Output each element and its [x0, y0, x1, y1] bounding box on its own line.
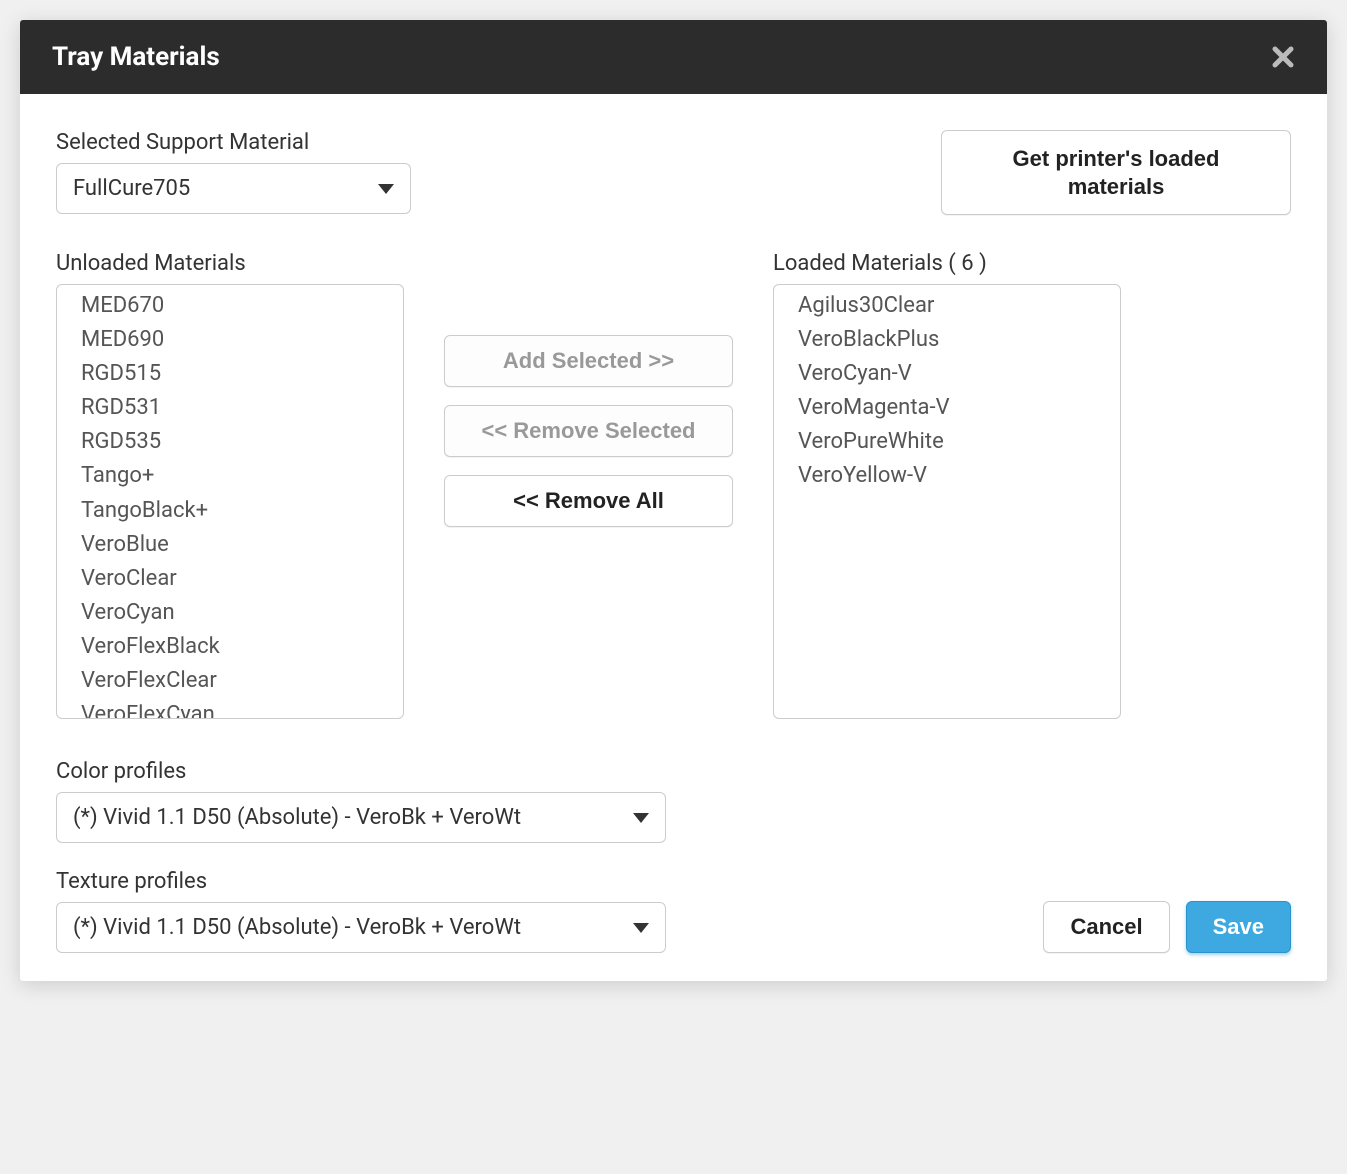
dialog-title: Tray Materials: [52, 42, 220, 72]
list-item[interactable]: VeroBlackPlus: [798, 323, 1120, 357]
list-item[interactable]: VeroMagenta-V: [798, 391, 1120, 425]
texture-profiles-label: Texture profiles: [56, 869, 666, 894]
support-material-label: Selected Support Material: [56, 130, 411, 155]
texture-profiles-value: (*) Vivid 1.1 D50 (Absolute) - VeroBk + …: [73, 915, 521, 940]
list-item[interactable]: VeroFlexClear: [81, 664, 403, 698]
list-item[interactable]: VeroPureWhite: [798, 425, 1120, 459]
add-selected-button[interactable]: Add Selected >>: [444, 335, 733, 387]
unloaded-label: Unloaded Materials: [56, 251, 404, 276]
color-profiles-value: (*) Vivid 1.1 D50 (Absolute) - VeroBk + …: [73, 805, 521, 830]
action-buttons: Cancel Save: [1043, 901, 1291, 953]
list-item[interactable]: Agilus30Clear: [798, 289, 1120, 323]
loaded-column: Loaded Materials ( 6 ) Agilus30ClearVero…: [773, 251, 1121, 719]
list-item[interactable]: VeroFlexCyan: [81, 698, 403, 719]
dialog-header: Tray Materials: [20, 20, 1327, 94]
list-item[interactable]: RGD535: [81, 425, 403, 459]
list-item[interactable]: RGD531: [81, 391, 403, 425]
tray-materials-dialog: Tray Materials Selected Support Material…: [20, 20, 1327, 981]
support-material-select[interactable]: FullCure705: [56, 163, 411, 214]
texture-profiles-field: Texture profiles (*) Vivid 1.1 D50 (Abso…: [56, 869, 666, 953]
texture-profiles-select[interactable]: (*) Vivid 1.1 D50 (Absolute) - VeroBk + …: [56, 902, 666, 953]
color-profiles-field: Color profiles (*) Vivid 1.1 D50 (Absolu…: [56, 759, 1291, 843]
list-item[interactable]: MED690: [81, 323, 403, 357]
chevron-down-icon: [633, 923, 649, 933]
remove-selected-button[interactable]: << Remove Selected: [444, 405, 733, 457]
list-item[interactable]: VeroYellow-V: [798, 459, 1120, 493]
list-item[interactable]: VeroFlexBlack: [81, 630, 403, 664]
list-item[interactable]: TangoBlack+: [81, 494, 403, 528]
list-item[interactable]: VeroCyan-V: [798, 357, 1120, 391]
cancel-button[interactable]: Cancel: [1043, 901, 1169, 953]
support-material-field: Selected Support Material FullCure705: [56, 130, 411, 214]
list-item[interactable]: MED670: [81, 289, 403, 323]
list-item[interactable]: VeroCyan: [81, 596, 403, 630]
unloaded-column: Unloaded Materials MED670MED690RGD515RGD…: [56, 251, 404, 719]
unloaded-materials-list[interactable]: MED670MED690RGD515RGD531RGD535Tango+Tang…: [56, 284, 404, 719]
chevron-down-icon: [378, 184, 394, 194]
support-material-value: FullCure705: [73, 176, 190, 201]
list-item[interactable]: VeroClear: [81, 562, 403, 596]
color-profiles-label: Color profiles: [56, 759, 1291, 784]
loaded-label: Loaded Materials ( 6 ): [773, 251, 1121, 276]
get-printer-materials-button[interactable]: Get printer's loaded materials: [941, 130, 1291, 215]
list-item[interactable]: Tango+: [81, 459, 403, 493]
list-item[interactable]: RGD515: [81, 357, 403, 391]
remove-all-button[interactable]: << Remove All: [444, 475, 733, 527]
dialog-body: Selected Support Material FullCure705 Ge…: [20, 94, 1327, 981]
close-icon[interactable]: [1271, 45, 1295, 69]
chevron-down-icon: [633, 813, 649, 823]
color-profiles-select[interactable]: (*) Vivid 1.1 D50 (Absolute) - VeroBk + …: [56, 792, 666, 843]
list-item[interactable]: VeroBlue: [81, 528, 403, 562]
save-button[interactable]: Save: [1186, 901, 1291, 953]
loaded-materials-list[interactable]: Agilus30ClearVeroBlackPlusVeroCyan-VVero…: [773, 284, 1121, 719]
transfer-buttons: Add Selected >> << Remove Selected << Re…: [444, 335, 733, 527]
